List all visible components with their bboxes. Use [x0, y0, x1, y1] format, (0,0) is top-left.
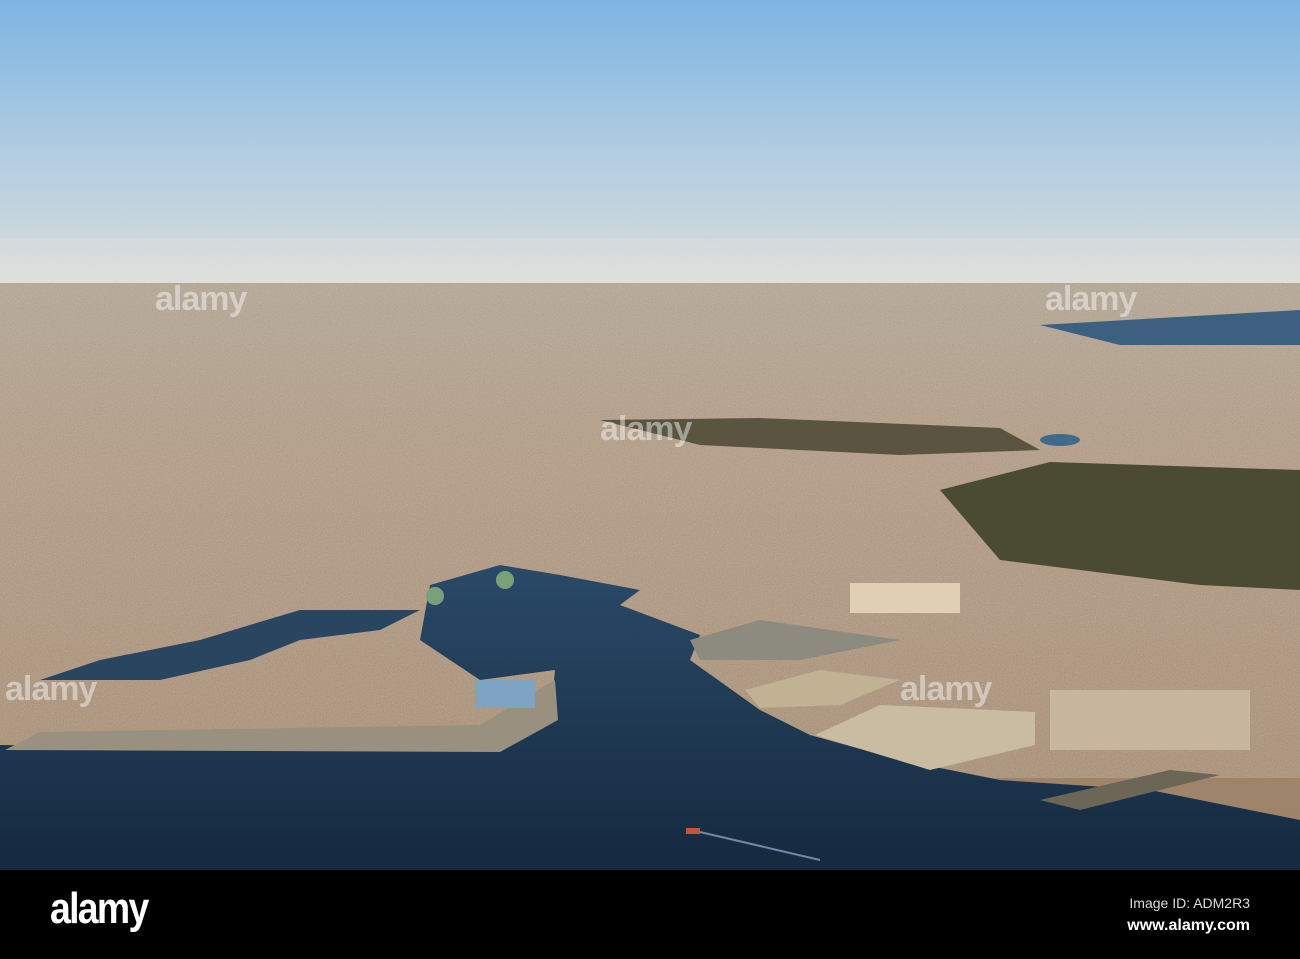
alamy-logo: alamy: [50, 884, 149, 933]
watermark: alamy: [1045, 280, 1137, 318]
watermark: alamy: [155, 280, 247, 318]
footer-bar: alamy Image ID: ADM2R3 www.alamy.com: [0, 870, 1300, 959]
sky: [0, 0, 1300, 285]
warehouse-roof: [475, 680, 535, 708]
watermark: alamy: [600, 410, 692, 448]
watermark: alamy: [900, 670, 992, 708]
watermark: alamy: [5, 670, 97, 708]
image-id: Image ID: ADM2R3: [1129, 895, 1250, 911]
site-url: www.alamy.com: [1127, 917, 1250, 934]
